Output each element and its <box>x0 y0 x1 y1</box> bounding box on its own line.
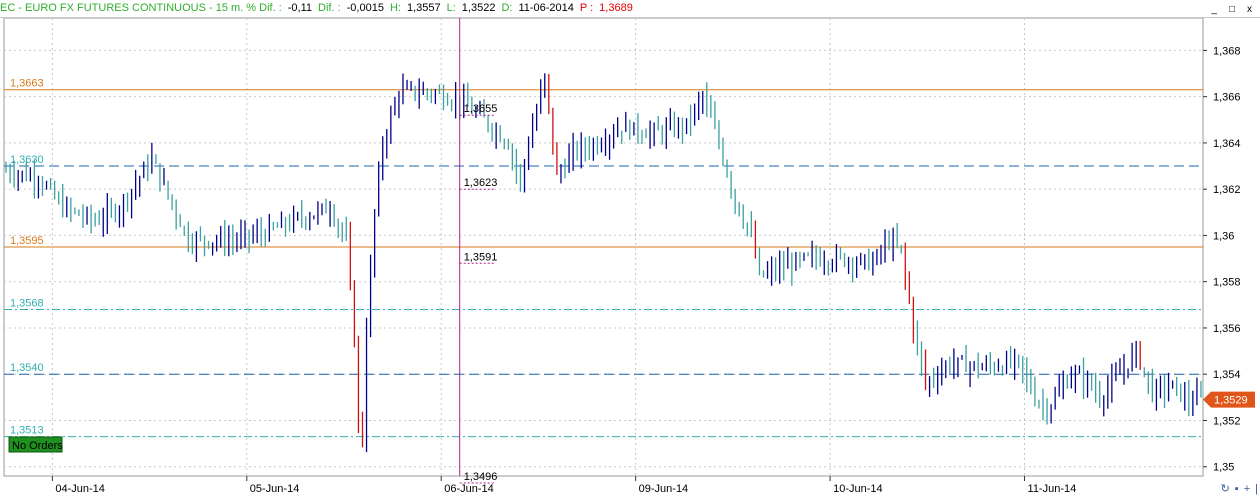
price-level-label: 1,3595 <box>10 235 44 247</box>
price-chart[interactable]: 1,368 1,366 1,364 1,362 1,36 1,358 1,356 1,354 1… <box>0 18 1260 498</box>
p-value: 1,3689 <box>599 2 633 14</box>
x-tick-label: 10-Jun-14 <box>833 483 883 495</box>
p-label: P : <box>579 2 594 14</box>
x-tick-label: 09-Jun-14 <box>639 483 689 495</box>
date-label: D: <box>501 2 513 14</box>
date-value: 11-06-2014 <box>518 2 574 14</box>
bottom-toolbar: ↻ ▪ + | <box>1216 482 1258 495</box>
cursor-level-label: 1,3591 <box>464 251 498 263</box>
high-label: H: <box>389 2 401 14</box>
refresh-icon[interactable]: ↻ <box>1221 482 1230 495</box>
price-level-label: 1,3513 <box>10 425 44 437</box>
dif-value: -0,0015 <box>346 2 384 14</box>
price-level-label: 1,3663 <box>10 78 44 90</box>
instrument-title: EC - EURO FX FUTURES CONTINUOUS - 15 m. … <box>0 2 282 14</box>
cursor-level-label: 1,3623 <box>464 177 498 189</box>
pct-dif-value: -0,11 <box>287 2 313 14</box>
scroll-end-icon[interactable]: | <box>1255 483 1258 495</box>
y-tick-label: 1,354 <box>1213 369 1241 381</box>
y-tick-label: 1,36 <box>1213 230 1234 242</box>
y-tick-label: 1,35 <box>1213 462 1234 474</box>
x-tick-label: 05-Jun-14 <box>250 483 300 495</box>
x-tick-label: 06-Jun-14 <box>444 483 494 495</box>
y-tick-label: 1,366 <box>1213 92 1241 104</box>
low-value: 1,3522 <box>461 2 496 14</box>
minimize-button[interactable]: _ <box>1211 1 1217 18</box>
cursor-level-label: 1,3655 <box>464 103 498 115</box>
window-controls: _ □ x <box>1205 1 1258 18</box>
x-tick-label: 11-Jun-14 <box>1028 483 1077 495</box>
y-tick-label: 1,352 <box>1213 415 1241 427</box>
y-tick-label: 1,358 <box>1213 277 1241 289</box>
price-level-label: 1,3540 <box>10 362 44 374</box>
y-tick-label: 1,368 <box>1213 45 1241 57</box>
dif-label: Dif. : <box>318 2 341 14</box>
title-bar: EC - EURO FX FUTURES CONTINUOUS - 15 m. … <box>0 0 1260 18</box>
zoom-icon[interactable]: + <box>1244 483 1250 495</box>
y-tick-label: 1,356 <box>1213 323 1241 335</box>
price-level-label: 1,3568 <box>10 297 44 309</box>
y-tick-label: 1,362 <box>1213 184 1241 196</box>
low-label: L: <box>446 2 456 14</box>
last-price-label: 1,3529 <box>1214 395 1248 407</box>
save-icon[interactable]: ▪ <box>1235 483 1239 495</box>
cursor-level-label: 1,3496 <box>464 471 498 483</box>
maximize-button[interactable]: □ <box>1229 1 1235 18</box>
close-button[interactable]: x <box>1247 1 1252 18</box>
no-orders-label: No Orders <box>12 440 63 452</box>
x-tick-label: 04-Jun-14 <box>55 483 105 495</box>
high-value: 1,3557 <box>406 2 441 14</box>
y-tick-label: 1,364 <box>1213 138 1241 150</box>
